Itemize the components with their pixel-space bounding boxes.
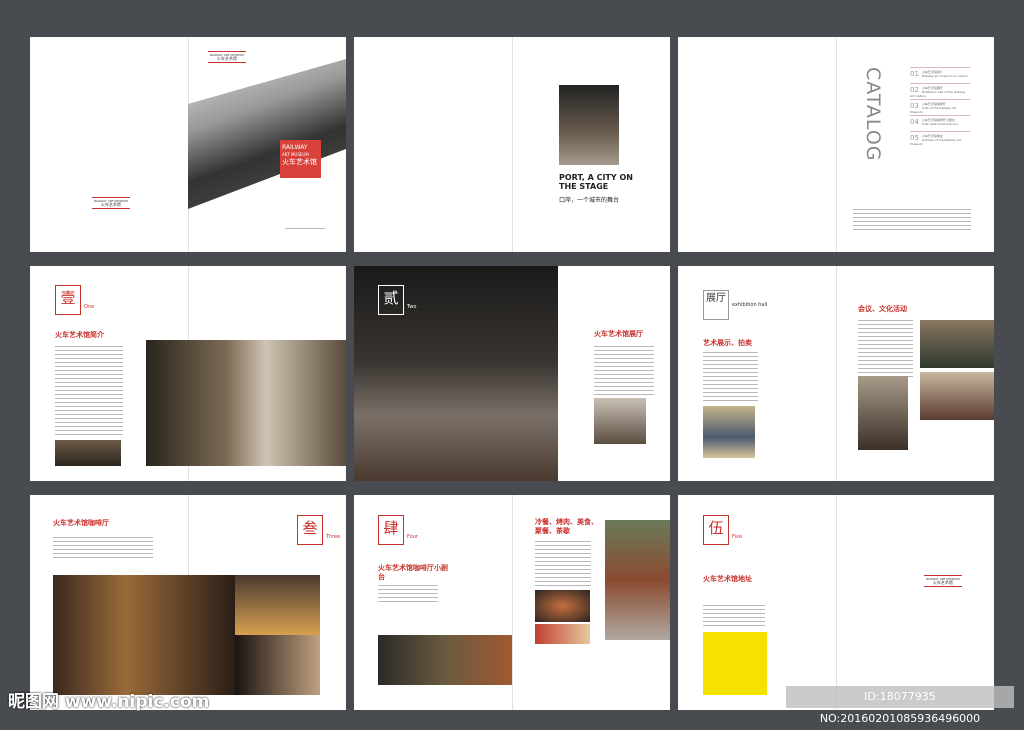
- photo: [920, 372, 994, 420]
- section-subtitle: 会议、文化活动: [858, 304, 907, 313]
- train-photo: [188, 59, 346, 209]
- sculpture-photo: [559, 85, 619, 165]
- paragraph: [853, 209, 971, 231]
- numeral: 伍: [708, 519, 724, 537]
- footer-text: [285, 228, 325, 230]
- item-en: Exhibition hall of the Railway Art Galle…: [910, 90, 966, 98]
- spread-section-1: 壹 One 火车艺术馆简介: [30, 266, 346, 481]
- catalog-list: 01 火车艺术馆简介 Railway art museum in outline 0…: [910, 67, 970, 187]
- stage-photo: [378, 635, 512, 685]
- logo-cn: 火车艺术馆: [932, 580, 953, 585]
- watermark-site: 昵图网 www.nipic.com: [8, 692, 210, 712]
- photo: [858, 376, 908, 450]
- watermark-id: ID:18077935 NO:20160201085936496000: [786, 686, 1014, 725]
- section-marker: 肆 Four: [378, 515, 418, 545]
- section-title: 艺术展示、拍卖: [703, 338, 752, 347]
- badge-line: RAILWAY: [282, 144, 308, 151]
- item-en: Cafe Cafe small balcony: [921, 122, 959, 126]
- catalog-item[interactable]: 02 火车艺术馆展厅 Exhibition hall of the Railway …: [910, 83, 970, 98]
- numeral-en: Five: [732, 534, 742, 540]
- paragraph: [703, 352, 758, 402]
- numeral: 肆: [383, 519, 399, 537]
- coffee-photo: [235, 635, 320, 695]
- fold: [512, 37, 513, 252]
- food-photo: [535, 624, 590, 644]
- cafe-photo: [53, 575, 235, 695]
- section-title: 火车艺术馆简介: [55, 330, 104, 339]
- numeral: 叁: [302, 519, 318, 537]
- item-en: Railway art museum in outline: [921, 74, 968, 78]
- paragraph: [53, 537, 153, 561]
- section-title: 火车艺术馆咖啡厅小剧台: [378, 563, 448, 581]
- item-num: 01: [910, 70, 919, 78]
- paragraph: [594, 346, 654, 396]
- back-logo: RAILWAY ART MUSEUM 火车艺术馆: [92, 197, 130, 209]
- spread-intro: PORT, A CITY ON THE STAGE 口岸，一个城市的舞台: [354, 37, 670, 252]
- item-num: 03: [910, 102, 919, 110]
- photo: [55, 440, 121, 466]
- front-logo: RAILWAY ART MUSEUM 火车艺术馆: [208, 51, 246, 63]
- numeral-en: One: [84, 304, 95, 310]
- photo: [594, 398, 646, 444]
- spread-section-5: 肆 Four 火车艺术馆咖啡厅小剧台 冷餐、烤肉、美食、聚餐、茶歇: [354, 495, 670, 710]
- catalog-item[interactable]: 01 火车艺术馆简介 Railway art museum in outline: [910, 67, 970, 78]
- spread-section-4: 火车艺术馆咖啡厅 叁 Three: [30, 495, 346, 710]
- spread-section-6: 伍 Five 火车艺术馆地址 RAILWAY ART MUSEUM 火车艺术馆: [678, 495, 994, 710]
- item-num: 02: [910, 86, 919, 94]
- back-logo: RAILWAY ART MUSEUM 火车艺术馆: [924, 575, 962, 587]
- item-en: Cafe of the Railway Art Museum: [910, 106, 957, 114]
- numeral-en: Three: [326, 534, 341, 540]
- catalog-title: CATALOG: [862, 67, 884, 162]
- logo-cn: 火车艺术馆: [100, 202, 121, 207]
- intro-title-en: PORT, A CITY ON THE STAGE: [559, 173, 633, 191]
- fold: [836, 37, 837, 252]
- numeral-en: Four: [407, 534, 418, 540]
- paragraph: [535, 541, 591, 587]
- logo-cn: 火车艺术馆: [216, 56, 237, 61]
- numeral: 壹: [60, 289, 76, 307]
- building-photo: [605, 520, 670, 640]
- fold: [836, 266, 837, 481]
- section-title: 火车艺术馆地址: [703, 574, 752, 583]
- section-marker: 叁 Three: [297, 515, 340, 545]
- catalog-item[interactable]: 03 火车艺术馆咖啡厅 Cafe of the Railway Art Museum: [910, 99, 970, 114]
- section-title: 火车艺术馆展厅: [594, 329, 643, 338]
- item-num: 05: [910, 134, 919, 142]
- food-photo: [535, 590, 590, 622]
- fold: [512, 495, 513, 710]
- section-marker: 贰 Two: [378, 285, 416, 315]
- intro-title-cn: 口岸，一个城市的舞台: [559, 197, 620, 204]
- paragraph: [55, 346, 123, 436]
- section-title: 火车艺术馆咖啡厅: [53, 518, 109, 527]
- fold: [836, 495, 837, 710]
- catalog-item[interactable]: 05 火车艺术馆地址 Address of the Railway Art Muse…: [910, 131, 970, 146]
- catalog-item[interactable]: 04 火车艺术馆咖啡厅小剧台 Cafe Cafe small balcony: [910, 115, 970, 126]
- spread-section-3: 展厅 exhibition hall 艺术展示、拍卖 会议、文化活动: [678, 266, 994, 481]
- section-subtitle: 冷餐、烤肉、美食、聚餐、茶歇: [535, 517, 598, 535]
- numeral: 展厅: [706, 293, 726, 304]
- spread-catalog: CATALOG 01 火车艺术馆简介 Railway art museum in o…: [678, 37, 994, 252]
- spread-section-2: 贰 Two 火车艺术馆展厅: [354, 266, 670, 481]
- paragraph: [703, 605, 765, 629]
- section-marker: 伍 Five: [703, 515, 742, 545]
- paragraph: [378, 585, 438, 605]
- spread-cover: RAILWAY ART MUSEUM 火车艺术馆 RAILWAY ART MUSE…: [30, 37, 346, 252]
- painting-photo: [703, 406, 755, 458]
- numeral-en: Two: [407, 304, 417, 310]
- map[interactable]: [703, 632, 767, 695]
- title-badge: RAILWAY ART MUSEUM 火车艺术馆: [280, 140, 321, 178]
- item-num: 04: [910, 118, 919, 126]
- item-en: Address of the Railway Art Museum: [910, 138, 962, 146]
- meeting-photo: [920, 320, 994, 368]
- section-marker: 壹 One: [55, 285, 94, 315]
- paragraph: [858, 320, 913, 380]
- waffle-photo: [235, 575, 320, 635]
- badge-cn: 火车艺术馆: [282, 158, 317, 166]
- badge-line: ART MUSEUM: [282, 152, 309, 157]
- numeral: 贰: [383, 289, 399, 307]
- numeral-en: exhibition hall: [732, 302, 768, 308]
- section-marker: 展厅 exhibition hall: [703, 290, 767, 320]
- hall-photo: [146, 340, 346, 466]
